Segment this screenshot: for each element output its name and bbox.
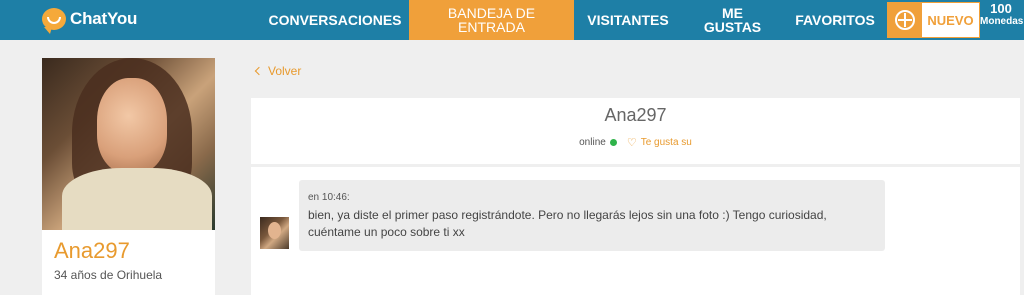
profile-age-location: 34 años de Orihuela <box>54 268 163 282</box>
profile-card: Ana297 34 años de Orihuela <box>42 58 215 295</box>
nav-bandeja-de-entrada[interactable]: BANDEJA DE ENTRADA <box>409 0 574 40</box>
chevron-left-icon <box>254 66 264 76</box>
logo-text: ChatYou <box>70 9 138 28</box>
chat-bubble-icon <box>42 8 66 34</box>
message-time: en 10:46: <box>308 192 350 203</box>
new-badge: NUEVO <box>927 12 974 28</box>
conversation-title[interactable]: Ana297 <box>251 105 1020 126</box>
top-navigation-bar: ChatYou CONVERSACIONES BANDEJA DE ENTRAD… <box>0 0 1024 40</box>
heart-icon: ♡ <box>626 136 637 149</box>
message-bubble: en 10:46: bien, ya diste el primer paso … <box>299 180 885 251</box>
nav-me-gustas-label: ME GUSTAS <box>703 5 762 35</box>
message-list: en 10:46: bien, ya diste el primer paso … <box>251 167 1020 295</box>
coin-icon <box>895 10 915 30</box>
profile-name[interactable]: Ana297 <box>54 238 130 264</box>
conversation-meta: online ♡ Te gusta su <box>251 137 1020 148</box>
coins-icon-box <box>888 3 922 37</box>
nav-favoritos[interactable]: FAVORITOS <box>790 0 880 40</box>
nav-bandeja-label: BANDEJA DE ENTRADA <box>447 5 536 35</box>
coins-unit: Monedas <box>980 16 1024 27</box>
back-link[interactable]: Volver <box>254 64 302 78</box>
profile-photo[interactable] <box>42 58 215 230</box>
nav-me-gustas[interactable]: ME GUSTAS <box>700 0 765 40</box>
conversation-header: Ana297 online ♡ Te gusta su <box>251 98 1020 164</box>
back-label: Volver <box>268 64 302 78</box>
chatyou-logo[interactable]: ChatYou <box>42 6 138 34</box>
message-text: bien, ya diste el primer paso registránd… <box>308 208 827 239</box>
nav-visitantes[interactable]: VISITANTES <box>582 0 674 40</box>
coins-number: 100 <box>990 1 1012 16</box>
avatar[interactable] <box>260 217 289 249</box>
online-dot-icon <box>609 139 617 146</box>
online-label: online <box>579 137 606 148</box>
coins-button[interactable]: NUEVO <box>887 2 980 38</box>
online-status: online <box>579 137 617 148</box>
likes-label: Te gusta su <box>640 137 692 148</box>
likes-link[interactable]: ♡ Te gusta su <box>627 137 692 148</box>
nav-conversaciones[interactable]: CONVERSACIONES <box>262 0 408 40</box>
coins-balance: 100 Monedas <box>980 1 1024 27</box>
